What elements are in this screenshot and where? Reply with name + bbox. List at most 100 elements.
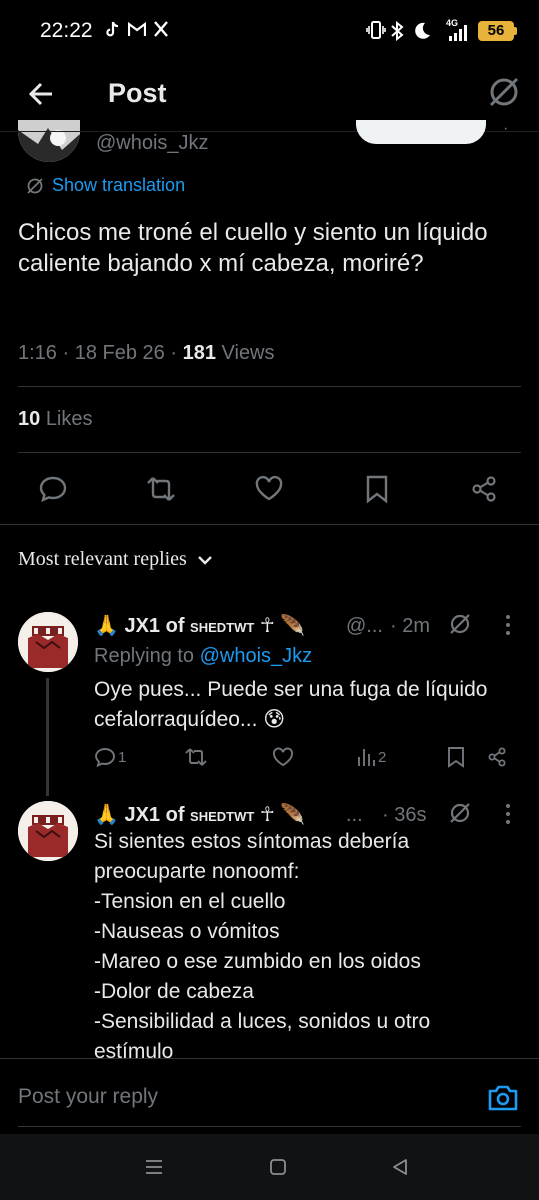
battery-icon: 56 [478,21,514,41]
reply-time[interactable]: · 2m [390,615,430,638]
reply-line: -Dolor de cabeza [94,980,254,1003]
bookmark-button[interactable] [446,746,466,768]
signal-icon [448,24,467,42]
composer-underline [18,1126,521,1127]
reply-icon [39,476,67,503]
meta-divider [18,386,521,387]
reply-name-suffix: ☥ 🪶 [254,615,306,637]
bookmark-icon [448,747,464,768]
likes-divider [18,452,521,453]
views-button[interactable]: 2 [356,746,386,768]
retweet-button[interactable] [144,470,178,508]
reply-handle[interactable]: @... [346,615,383,638]
reply-handle[interactable]: ... [346,804,363,827]
tiktok-icon [104,21,122,39]
recents-button[interactable] [142,1156,166,1178]
home-button[interactable] [266,1156,290,1178]
views-label: Views [221,342,275,364]
retweet-icon [147,477,175,501]
status-bar: 22:22 4G 56 [0,0,539,62]
reply-avatar[interactable] [18,801,78,861]
more-options-button[interactable] [498,612,518,638]
grok-button[interactable] [446,610,474,638]
bookmark-button[interactable] [360,470,394,508]
thread-line [46,678,49,796]
reply-icon [95,748,115,768]
tweet-meta: 1:16 · 18 Feb 26 · 181 Views [18,342,275,364]
system-nav-bar [0,1134,539,1200]
reply-button[interactable] [36,470,70,508]
clock: 22:22 [40,19,93,42]
x-icon [154,21,172,39]
follow-button[interactable] [356,120,486,144]
more-options-button[interactable] [498,801,518,827]
vibrate-icon [366,21,386,39]
show-translation-label: Show translation [52,175,186,195]
like-button[interactable] [272,746,294,768]
reply-name-suffix: ☥ 🪶 [254,804,306,826]
reply-button[interactable]: 1 [94,746,126,768]
grok-button[interactable] [486,74,522,110]
gmail-icon [128,21,146,39]
reply-line: -Sensibilidad a luces, sonidos u otro [94,1010,431,1033]
reply-author-name[interactable]: 🙏 JX1 of shedtwt ☥ 🪶 [94,802,305,827]
reply-count: 1 [118,748,127,766]
nav-back-button[interactable] [388,1156,412,1178]
author-handle[interactable]: @whois_Jkz [96,132,209,155]
tweet-action-bar [0,470,539,508]
likes-count: 10 [18,408,41,430]
camera-icon [488,1085,518,1111]
more-options-icon[interactable]: · [503,120,508,138]
bluetooth-icon [390,21,408,41]
reply-line: Si sientes estos síntomas debería [94,830,410,853]
likes-row[interactable]: 10 Likes [18,408,93,431]
reply-name-smallcaps: shedtwt [190,616,255,637]
grok-icon [489,77,519,107]
share-button[interactable] [486,746,508,768]
reply-line: -Tension en el cuello [94,890,286,913]
home-square-icon [270,1159,286,1175]
retweet-icon [185,748,207,766]
author-avatar[interactable] [18,120,80,162]
reply-avatar[interactable] [18,612,78,672]
battery-tip [514,27,517,35]
moon-icon [412,21,430,39]
page-title: Post [108,78,167,108]
more-vertical-icon [506,615,510,635]
menu-icon [146,1160,162,1174]
retweet-button[interactable] [184,746,208,768]
grok-icon [27,177,43,194]
more-vertical-icon [506,804,510,824]
tweet-text: Chicos me troné el cuello y siento un lí… [18,219,488,277]
replying-to-handle[interactable]: @whois_Jkz [200,645,313,667]
reply-composer [0,1058,539,1134]
grok-icon [450,614,470,634]
replying-to-label: Replying to [94,645,200,667]
tweet-time[interactable]: 1:16 [18,342,57,364]
grok-button[interactable] [446,799,474,827]
reply-time[interactable]: · 36s [382,804,426,827]
share-icon [488,747,506,767]
reply-input[interactable] [18,1085,458,1109]
reply-name-smallcaps: shedtwt [190,805,255,826]
chevron-down-icon [197,555,212,565]
likes-label: Likes [45,408,93,430]
like-button[interactable] [252,470,286,508]
triangle-back-icon [393,1159,407,1175]
heart-icon [255,475,283,501]
views-count: 2 [378,748,387,766]
actions-divider [0,524,539,525]
heart-icon [273,747,293,767]
reply-line: preocuparte nonoomf: [94,860,300,883]
tweet-date[interactable]: 18 Feb 26 [75,342,165,364]
bookmark-icon [366,475,388,504]
show-translation-link[interactable]: Show translation [26,175,185,196]
reply-author-name[interactable]: 🙏 JX1 of shedtwt ☥ 🪶 [94,613,305,638]
share-button[interactable] [467,470,501,508]
share-icon [472,476,496,502]
reply-sort-dropdown[interactable]: Most relevant replies [18,548,213,571]
back-button[interactable] [24,76,60,112]
camera-button[interactable] [486,1081,520,1115]
reply-name-prefix: 🙏 JX1 of [94,804,191,826]
reply-line: -Mareo o ese zumbido en los oidos [94,950,421,973]
